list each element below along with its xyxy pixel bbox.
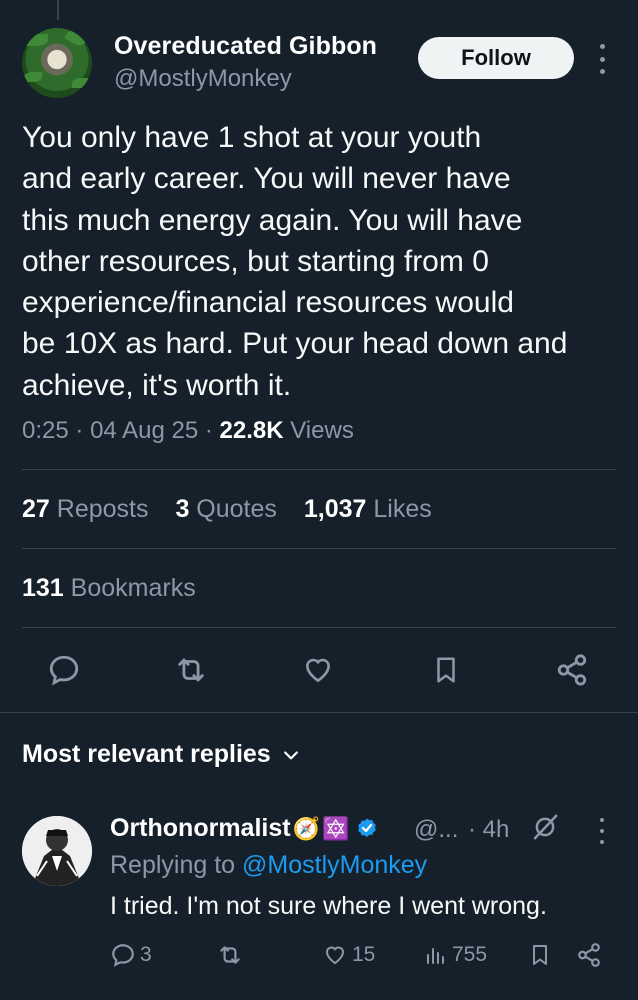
grok-icon[interactable] <box>530 812 560 847</box>
reply-more-options-icon[interactable] <box>596 818 608 844</box>
likes-label: Likes <box>373 495 432 523</box>
quotes-stat[interactable]: 3 Quotes <box>175 495 276 523</box>
tweet-meta: 0:25 · 04 Aug 25 · 22.8K Views <box>22 417 354 445</box>
quotes-count: 3 <box>175 495 190 523</box>
more-options-icon[interactable] <box>596 44 608 74</box>
reply-author-name[interactable]: Orthonormalist 🧭 🔯 <box>110 814 379 843</box>
bookmarks-stat[interactable]: 131 Bookmarks <box>22 574 196 603</box>
replying-to: Replying to @MostlyMonkey <box>110 851 427 880</box>
replying-to-handle-link[interactable]: @MostlyMonkey <box>242 851 427 879</box>
likes-count: 1,037 <box>303 495 367 523</box>
reply-view-count: 755 <box>452 943 488 966</box>
views-count: 22.8K <box>219 417 284 444</box>
reply-author-handle[interactable]: @... <box>414 816 458 844</box>
chevron-down-icon <box>283 750 298 759</box>
bookmarks-label: Bookmarks <box>70 574 196 602</box>
reply-share-button[interactable] <box>576 940 602 970</box>
meta-separator: · <box>75 417 84 444</box>
reply-icon[interactable] <box>44 650 84 690</box>
bookmark-icon[interactable] <box>426 650 466 690</box>
share-icon[interactable] <box>552 650 592 690</box>
author-avatar[interactable] <box>22 28 92 98</box>
reposts-count: 27 <box>22 495 50 523</box>
tweet-text: You only have 1 shot at your youth and e… <box>22 121 568 402</box>
reply-views-button[interactable]: 755 <box>424 940 487 970</box>
bookmarks-count: 131 <box>22 574 64 602</box>
repost-icon[interactable] <box>171 650 211 690</box>
share-icon <box>578 943 600 967</box>
reply-like-button[interactable]: 15 <box>322 940 375 970</box>
views-icon <box>427 948 444 964</box>
repost-icon <box>220 946 240 964</box>
views-label: Views <box>290 417 354 444</box>
meta-separator: · <box>204 417 213 444</box>
reposts-label: Reposts <box>56 495 149 523</box>
reply-icon <box>112 944 134 967</box>
compass-emoji: 🧭 <box>292 815 320 841</box>
engagement-stats: 27 Reposts 3 Quotes 1,037 Likes <box>22 495 452 524</box>
replying-to-prefix: Replying to <box>110 851 236 879</box>
divider <box>22 627 616 628</box>
tweet-time: 0:25 <box>22 417 69 444</box>
reply-like-count: 15 <box>352 943 376 966</box>
verified-badge-icon <box>358 818 377 837</box>
reply-reply-count: 3 <box>140 943 152 966</box>
divider <box>22 469 616 470</box>
reposts-stat[interactable]: 27 Reposts <box>22 495 148 523</box>
author-name[interactable]: Overeducated Gibbon <box>114 32 377 61</box>
quotes-label: Quotes <box>196 495 277 523</box>
star-emoji: 🔯 <box>321 815 350 841</box>
likes-stat[interactable]: 1,037 Likes <box>304 495 432 523</box>
reply-repost-button[interactable] <box>216 940 244 970</box>
like-icon[interactable] <box>298 650 338 690</box>
replies-sort-dropdown[interactable]: Most relevant replies <box>22 740 301 769</box>
bookmark-icon <box>533 945 547 965</box>
thread-line-top <box>57 0 59 20</box>
like-icon <box>325 946 345 965</box>
author-handle[interactable]: @MostlyMonkey <box>114 65 292 93</box>
section-divider <box>0 712 638 713</box>
reply-time[interactable]: · 4h <box>468 816 509 844</box>
reply-bookmark-button[interactable] <box>528 940 552 970</box>
reply-avatar[interactable] <box>22 816 92 886</box>
divider <box>22 548 616 549</box>
tweet-date: 04 Aug 25 <box>90 417 199 444</box>
replies-sort-label: Most relevant replies <box>22 740 271 768</box>
reply-text: I tried. I'm not sure where I went wrong… <box>110 892 547 920</box>
reply-reply-button[interactable]: 3 <box>110 940 152 970</box>
reply-author-name-text: Orthonormalist <box>110 814 291 842</box>
follow-button[interactable]: Follow <box>418 37 574 79</box>
